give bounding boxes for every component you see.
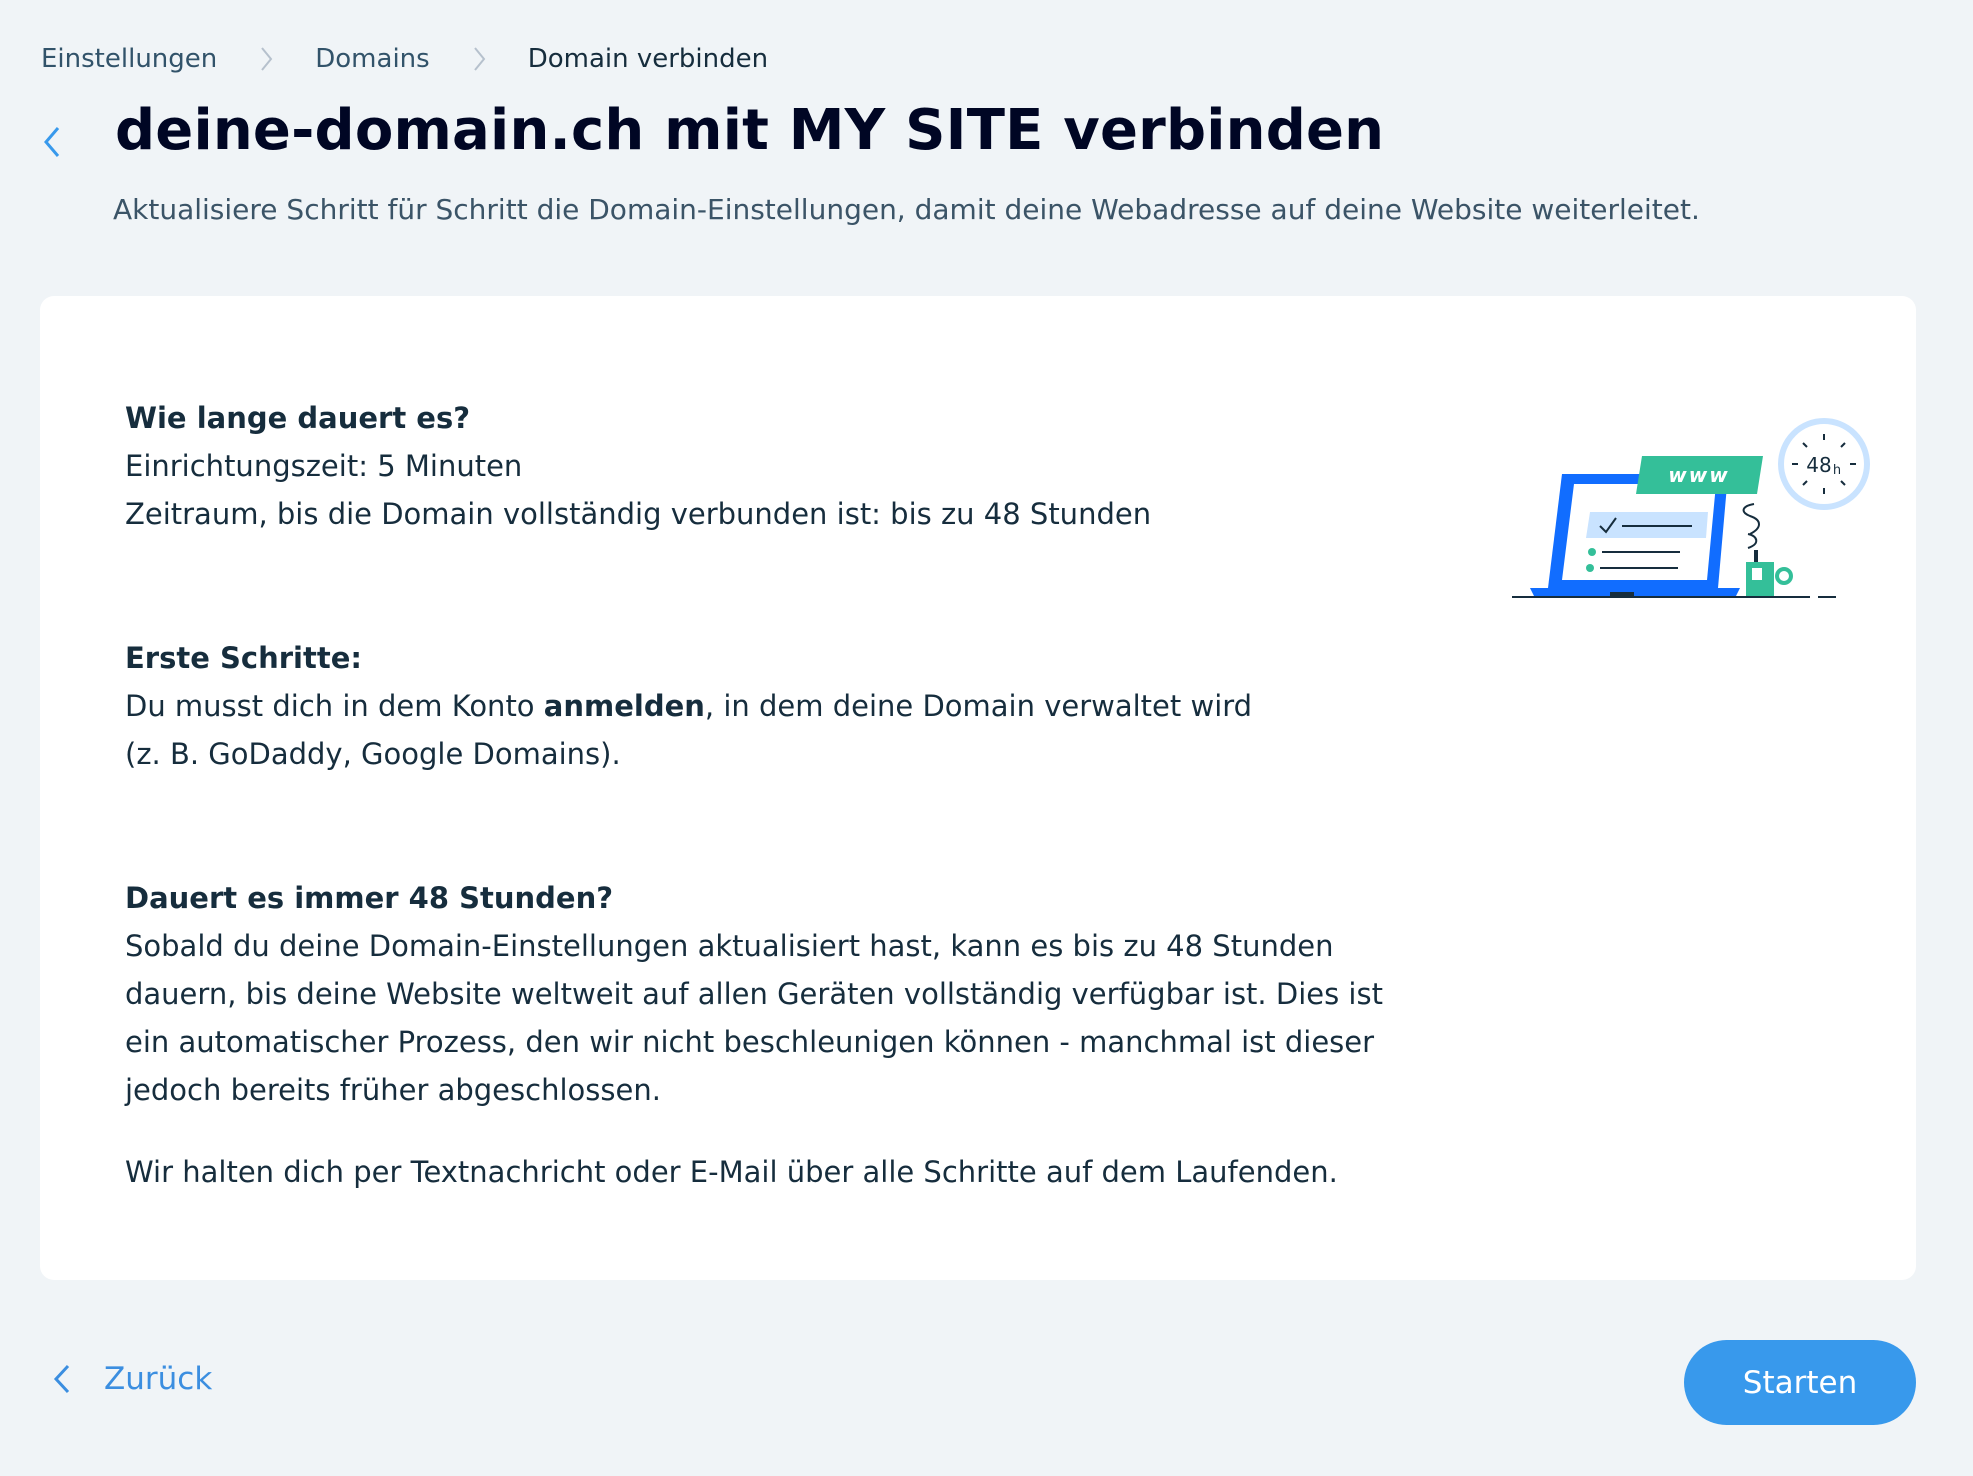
www-label: www [1668, 463, 1729, 487]
laptop-illustration-icon: www 48 h [1512, 418, 1870, 598]
period-text: Zeitraum, bis die Domain vollständig ver… [125, 497, 1152, 531]
duration-section: Wie lange dauert es? Einrichtungszeit: 5… [125, 394, 1465, 538]
notify-text: Wir halten dich per Textnachricht oder E… [125, 1155, 1338, 1189]
chevron-right-icon [251, 44, 281, 74]
first-steps-examples: (z. B. GoDaddy, Google Domains). [125, 737, 621, 771]
chevron-right-icon [464, 44, 494, 74]
back-button-label: Zurück [104, 1361, 213, 1397]
first-steps-heading: Erste Schritte: [125, 641, 362, 675]
chevron-left-icon [53, 1364, 70, 1394]
laptop-clock-illustration: www 48 h [1470, 416, 1870, 616]
always-48-section: Dauert es immer 48 Stunden? Sobald du de… [125, 874, 1465, 1114]
first-steps-text-bold: anmelden [543, 689, 705, 723]
breadcrumb: Einstellungen Domains Domain verbinden [41, 44, 768, 74]
duration-heading: Wie lange dauert es? [125, 401, 471, 435]
page-title: deine-domain.ch mit MY SITE verbinden [115, 98, 1385, 163]
clock-hours-label: 48 [1806, 453, 1831, 477]
always-48-line: Sobald du deine Domain-Einstellungen akt… [125, 929, 1334, 963]
setup-time-text: Einrichtungszeit: 5 Minuten [125, 449, 523, 483]
clock-unit-label: h [1833, 463, 1841, 478]
info-card: Wie lange dauert es? Einrichtungszeit: 5… [40, 296, 1916, 1280]
back-arrow-button[interactable] [38, 122, 66, 162]
chevron-left-icon [44, 127, 60, 157]
breadcrumb-item-current: Domain verbinden [527, 44, 769, 74]
always-48-heading: Dauert es immer 48 Stunden? [125, 881, 614, 915]
always-48-line: ein automatischer Prozess, den wir nicht… [125, 1025, 1375, 1059]
page-subtitle: Aktualisiere Schritt für Schritt die Dom… [113, 193, 1700, 226]
breadcrumb-item-einstellungen[interactable]: Einstellungen [41, 44, 217, 74]
breadcrumb-item-domains[interactable]: Domains [315, 44, 429, 74]
always-48-line: dauern, bis deine Website weltweit auf a… [125, 977, 1383, 1011]
first-steps-section: Erste Schritte: Du musst dich in dem Kon… [125, 634, 1465, 778]
notify-section: Wir halten dich per Textnachricht oder E… [125, 1148, 1465, 1196]
first-steps-text: Du musst dich in dem Konto anmelden, in … [125, 682, 1465, 730]
always-48-line: jedoch bereits früher abgeschlossen. [125, 1073, 661, 1107]
first-steps-text-after: , in dem deine Domain verwaltet wird [704, 689, 1253, 723]
back-button[interactable]: Zurück [50, 1360, 212, 1398]
start-button[interactable]: Starten [1684, 1340, 1916, 1425]
first-steps-text-before: Du musst dich in dem Konto [125, 689, 544, 723]
